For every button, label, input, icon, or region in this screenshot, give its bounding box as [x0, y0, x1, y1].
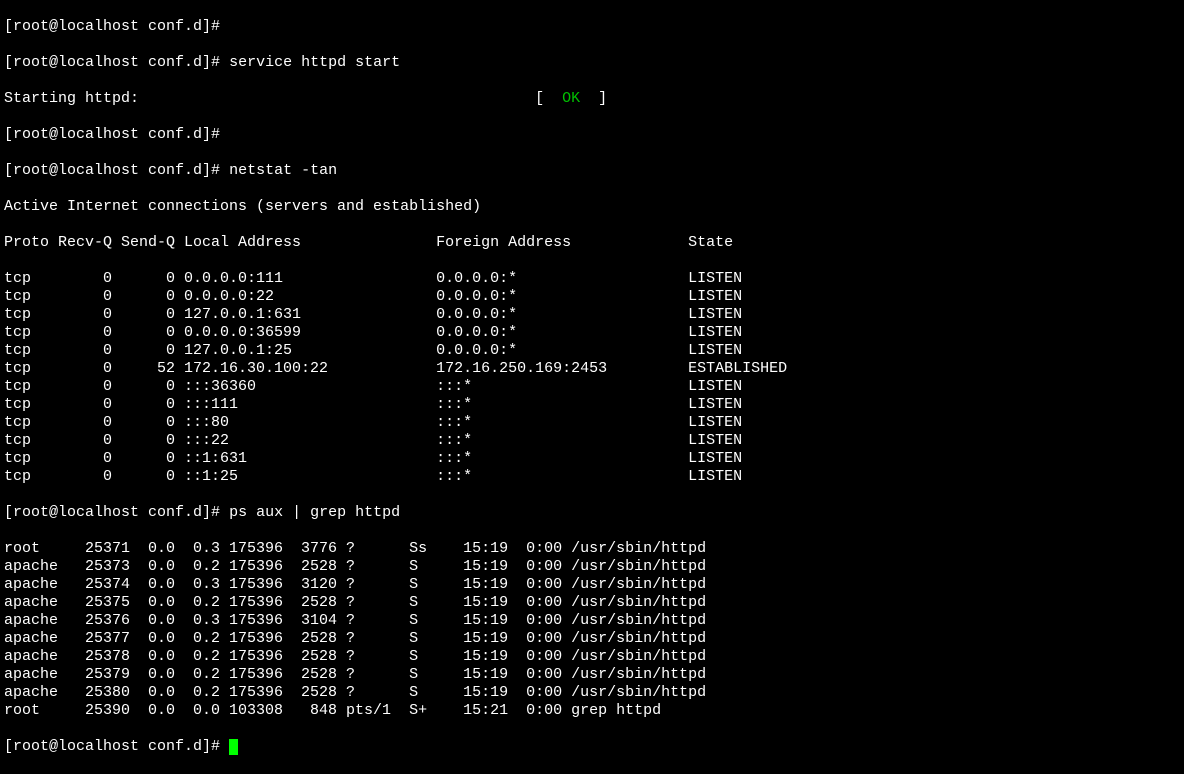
ok-text: OK — [544, 90, 598, 107]
ok-bracket-left: [ — [535, 90, 544, 107]
command-line-netstat: [root@localhost conf.d]# netstat -tan — [4, 162, 1180, 180]
ps-row: apache 25374 0.0 0.3 175396 3120 ? S 15:… — [4, 576, 1180, 594]
netstat-row: tcp 0 0 0.0.0.0:111 0.0.0.0:* LISTEN — [4, 270, 1180, 288]
netstat-row: tcp 0 52 172.16.30.100:22 172.16.250.169… — [4, 360, 1180, 378]
command-line-service: [root@localhost conf.d]# service httpd s… — [4, 54, 1180, 72]
ok-bracket-right: ] — [598, 90, 607, 107]
terminal[interactable]: [root@localhost conf.d]# [root@localhost… — [0, 0, 1184, 774]
command-text: netstat -tan — [229, 162, 337, 179]
command-text: service httpd start — [229, 54, 400, 71]
netstat-title: Active Internet connections (servers and… — [4, 198, 1180, 216]
starting-text: Starting httpd: — [4, 90, 139, 107]
ps-row: apache 25375 0.0 0.2 175396 2528 ? S 15:… — [4, 594, 1180, 612]
netstat-header: Proto Recv-Q Send-Q Local Address Foreig… — [4, 234, 1180, 252]
prompt-line: [root@localhost conf.d]# — [4, 18, 1180, 36]
ps-row: apache 25379 0.0 0.2 175396 2528 ? S 15:… — [4, 666, 1180, 684]
ps-row: root 25390 0.0 0.0 103308 848 pts/1 S+ 1… — [4, 702, 1180, 720]
ok-pad — [139, 90, 535, 107]
ps-row: apache 25380 0.0 0.2 175396 2528 ? S 15:… — [4, 684, 1180, 702]
ps-row: root 25371 0.0 0.3 175396 3776 ? Ss 15:1… — [4, 540, 1180, 558]
ps-row: apache 25377 0.0 0.2 175396 2528 ? S 15:… — [4, 630, 1180, 648]
netstat-row: tcp 0 0 :::80 :::* LISTEN — [4, 414, 1180, 432]
netstat-row: tcp 0 0 127.0.0.1:631 0.0.0.0:* LISTEN — [4, 306, 1180, 324]
netstat-row: tcp 0 0 :::111 :::* LISTEN — [4, 396, 1180, 414]
netstat-row: tcp 0 0 127.0.0.1:25 0.0.0.0:* LISTEN — [4, 342, 1180, 360]
starting-httpd-line: Starting httpd: [ OK ] — [4, 90, 1180, 108]
netstat-row: tcp 0 0 ::1:631 :::* LISTEN — [4, 450, 1180, 468]
prompt-line-cursor[interactable]: [root@localhost conf.d]# — [4, 738, 1180, 756]
netstat-row: tcp 0 0 :::36360 :::* LISTEN — [4, 378, 1180, 396]
command-line-ps: [root@localhost conf.d]# ps aux | grep h… — [4, 504, 1180, 522]
prompt-line: [root@localhost conf.d]# — [4, 126, 1180, 144]
netstat-body: tcp 0 0 0.0.0.0:111 0.0.0.0:* LISTENtcp … — [4, 270, 1180, 486]
ps-row: apache 25373 0.0 0.2 175396 2528 ? S 15:… — [4, 558, 1180, 576]
netstat-row: tcp 0 0 0.0.0.0:22 0.0.0.0:* LISTEN — [4, 288, 1180, 306]
ps-body: root 25371 0.0 0.3 175396 3776 ? Ss 15:1… — [4, 540, 1180, 720]
netstat-row: tcp 0 0 :::22 :::* LISTEN — [4, 432, 1180, 450]
command-text: ps aux | grep httpd — [229, 504, 400, 521]
cursor-icon — [229, 739, 238, 755]
netstat-row: tcp 0 0 0.0.0.0:36599 0.0.0.0:* LISTEN — [4, 324, 1180, 342]
netstat-row: tcp 0 0 ::1:25 :::* LISTEN — [4, 468, 1180, 486]
ps-row: apache 25376 0.0 0.3 175396 3104 ? S 15:… — [4, 612, 1180, 630]
ps-row: apache 25378 0.0 0.2 175396 2528 ? S 15:… — [4, 648, 1180, 666]
